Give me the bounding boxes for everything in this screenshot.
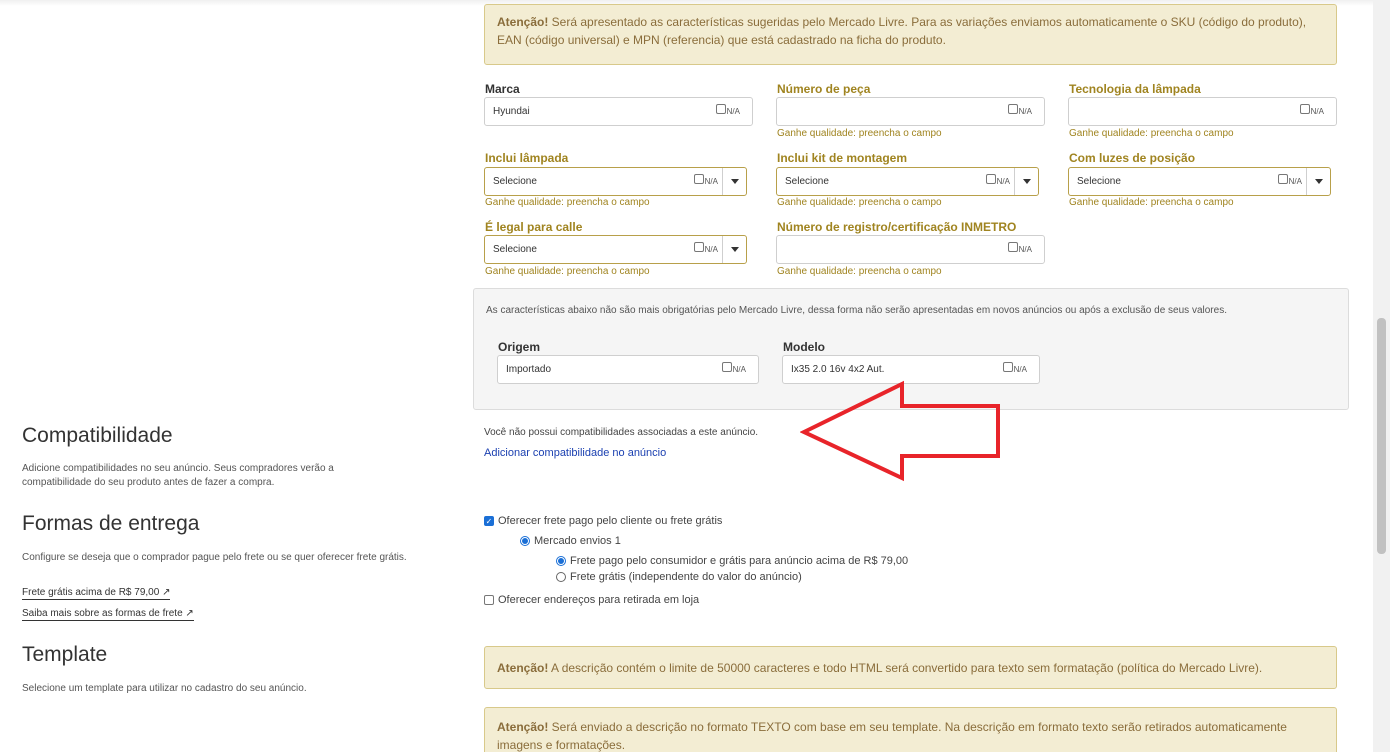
tecnologia-lampada-hint: Ganhe qualidade: preencha o campo: [1069, 128, 1234, 139]
legal-calle-na-checkbox[interactable]: N/A: [693, 241, 718, 254]
red-arrow-annotation: [800, 380, 1000, 482]
inclui-lampada-hint: Ganhe qualidade: preencha o campo: [485, 197, 650, 208]
inclui-lampada-na-checkbox[interactable]: N/A: [693, 173, 718, 186]
marca-input[interactable]: Hyundai N/A: [484, 97, 753, 126]
text-format-alert: Atenção! Será enviado a descrição no for…: [484, 707, 1337, 752]
chevron-down-icon[interactable]: [1306, 168, 1330, 195]
frete-pago-checkbox[interactable]: ✓ Oferecer frete pago pelo cliente ou fr…: [484, 515, 722, 527]
inclui-kit-hint: Ganhe qualidade: preencha o campo: [777, 197, 942, 208]
inclui-lampada-select[interactable]: Selecione N/A: [484, 167, 747, 196]
frete-gratis-radio[interactable]: Frete grátis (independente do valor do a…: [556, 571, 802, 583]
radio-selected-icon: [556, 556, 566, 566]
radio-empty-icon: [556, 572, 566, 582]
marca-na-checkbox[interactable]: N/A: [715, 103, 740, 116]
compatibilidade-desc: Adicione compatibilidades no seu anúncio…: [22, 463, 334, 488]
chevron-down-icon[interactable]: [722, 236, 746, 263]
legal-calle-label: É legal para calle: [485, 220, 583, 234]
luzes-posicao-hint: Ganhe qualidade: preencha o campo: [1069, 197, 1234, 208]
inclui-kit-label: Inclui kit de montagem: [777, 151, 908, 165]
add-compatibility-link[interactable]: Adicionar compatibilidade no anúncio: [484, 447, 666, 459]
external-link-icon: ↗: [185, 608, 194, 619]
template-desc: Selecione um template para utilizar no c…: [22, 683, 307, 694]
luzes-posicao-label: Com luzes de posição: [1069, 151, 1196, 165]
saiba-mais-frete-link[interactable]: Saiba mais sobre as formas de frete ↗: [22, 607, 194, 621]
tecnologia-lampada-na-checkbox[interactable]: N/A: [1299, 103, 1324, 116]
origem-input[interactable]: Importado N/A: [497, 355, 759, 384]
numero-peca-label: Número de peça: [777, 82, 871, 96]
inclui-kit-select[interactable]: Selecione N/A: [776, 167, 1039, 196]
legal-calle-hint: Ganhe qualidade: preencha o campo: [485, 266, 650, 277]
luzes-posicao-select[interactable]: Selecione N/A: [1068, 167, 1331, 196]
description-limit-alert: Atenção! A descrição contém o limite de …: [484, 646, 1337, 689]
compatibilidade-empty-text: Você não possui compatibilidades associa…: [484, 427, 759, 438]
template-title: Template: [22, 643, 108, 666]
tecnologia-lampada-input[interactable]: N/A: [1068, 97, 1337, 126]
registro-inmetro-na-checkbox[interactable]: N/A: [1007, 241, 1032, 254]
chevron-down-icon[interactable]: [722, 168, 746, 195]
luzes-posicao-na-checkbox[interactable]: N/A: [1277, 173, 1302, 186]
origem-label: Origem: [498, 340, 541, 354]
tecnologia-lampada-label: Tecnologia da lâmpada: [1069, 82, 1201, 96]
registro-inmetro-input[interactable]: N/A: [776, 235, 1045, 264]
inclui-kit-na-checkbox[interactable]: N/A: [985, 173, 1010, 186]
attributes-alert: Atenção! Será apresentado as característ…: [484, 4, 1337, 65]
compatibilidade-title: Compatibilidade: [22, 424, 173, 447]
numero-peca-input[interactable]: N/A: [776, 97, 1045, 126]
formas-entrega-desc: Configure se deseja que o comprador pagu…: [22, 552, 407, 563]
formas-entrega-title: Formas de entrega: [22, 512, 200, 535]
checkbox-empty-icon: [484, 595, 494, 605]
modelo-na-checkbox[interactable]: N/A: [1002, 361, 1027, 374]
marca-label: Marca: [485, 82, 520, 96]
retirada-loja-checkbox[interactable]: Oferecer endereços para retirada em loja: [484, 594, 699, 606]
scrollbar[interactable]: [1373, 0, 1390, 752]
checkbox-checked-icon: ✓: [484, 516, 494, 526]
frete-consumidor-radio[interactable]: Frete pago pelo consumidor e grátis para…: [556, 555, 908, 567]
legal-calle-select[interactable]: Selecione N/A: [484, 235, 747, 264]
frete-gratis-link[interactable]: Frete grátis acima de R$ 79,00 ↗: [22, 586, 171, 600]
numero-peca-hint: Ganhe qualidade: preencha o campo: [777, 128, 942, 139]
modelo-label: Modelo: [783, 340, 825, 354]
scrollbar-thumb[interactable]: [1377, 318, 1386, 554]
origem-na-checkbox[interactable]: N/A: [721, 361, 746, 374]
legacy-panel-text: As características abaixo não são mais o…: [486, 305, 1227, 316]
marca-value: Hyundai: [493, 106, 530, 117]
numero-peca-na-checkbox[interactable]: N/A: [1007, 103, 1032, 116]
chevron-down-icon[interactable]: [1014, 168, 1038, 195]
radio-selected-icon: [520, 536, 530, 546]
mercado-envios-radio[interactable]: Mercado envios 1: [520, 535, 621, 547]
registro-inmetro-hint: Ganhe qualidade: preencha o campo: [777, 266, 942, 277]
inclui-lampada-label: Inclui lâmpada: [485, 151, 569, 165]
external-link-icon: ↗: [162, 587, 171, 598]
registro-inmetro-label: Número de registro/certificação INMETRO: [777, 220, 1017, 234]
